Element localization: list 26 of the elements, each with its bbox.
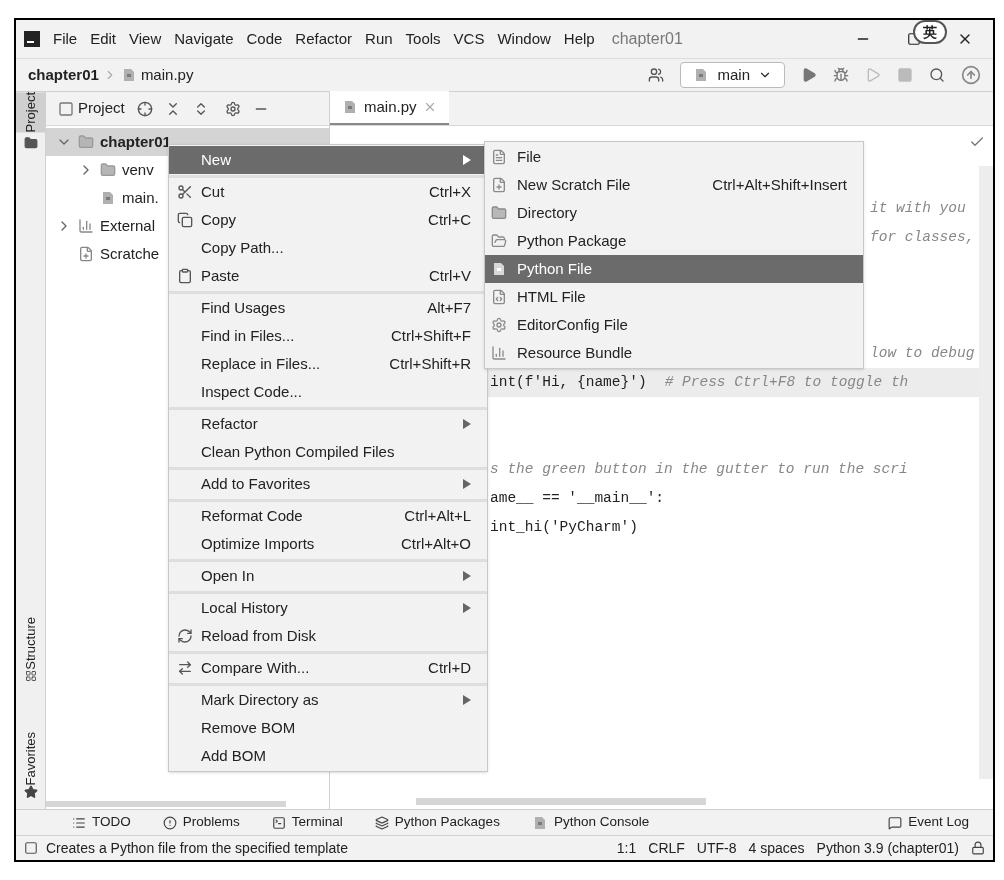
code-comment: # Press Ctrl+F8 to toggle th xyxy=(664,372,909,392)
status-message: Creates a Python file from the specified template xyxy=(46,838,348,858)
shortcut: Alt+F7 xyxy=(427,297,471,318)
code-comment: for classes, xyxy=(870,227,975,247)
tree-label: main. xyxy=(122,187,159,208)
window-title: chapter01 xyxy=(611,29,683,49)
shortcut: Ctrl+Shift+R xyxy=(389,353,471,374)
code-text: ame__ == '__main__': xyxy=(490,488,665,508)
code-text: int_hi('PyCharm') xyxy=(490,517,638,537)
tree-label: chapter01 xyxy=(100,131,171,152)
shortcut: Ctrl+X xyxy=(428,181,471,202)
shortcut: Ctrl+V xyxy=(428,265,471,286)
shortcut: Ctrl+Alt+L xyxy=(404,505,471,526)
tree-label: External xyxy=(100,215,156,236)
shortcut: Ctrl+Shift+F xyxy=(390,325,471,346)
shortcut: Ctrl+D xyxy=(428,657,471,678)
tree-label: venv xyxy=(122,159,154,180)
code-comment: low to debug xyxy=(870,343,975,363)
shortcut: Ctrl+Alt+O xyxy=(400,533,471,554)
shortcut: Ctrl+C xyxy=(428,209,471,230)
code-text: int(f'Hi, {name}') xyxy=(490,372,647,392)
code-comment: it with you xyxy=(870,198,966,218)
tree-label: Scratche xyxy=(100,243,160,264)
ime-badge: 英 xyxy=(913,20,947,44)
shortcut: Ctrl+Alt+Shift+Insert xyxy=(712,174,847,195)
code-comment: s the green button in the gutter to run the scri xyxy=(490,459,908,479)
